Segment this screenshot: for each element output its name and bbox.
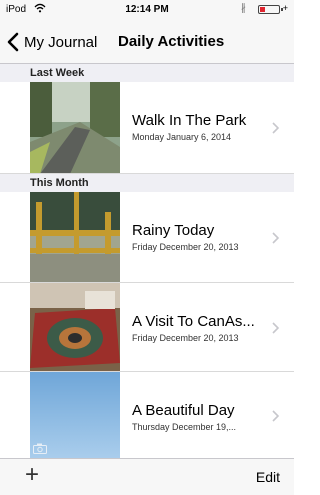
- charging-icon: +: [282, 3, 288, 13]
- chevron-right-icon: [272, 410, 280, 422]
- entry-title: A Beautiful Day: [132, 402, 235, 419]
- entry-date: Friday December 20, 2013: [132, 333, 239, 343]
- entry-thumbnail: [30, 192, 120, 282]
- entry-thumbnail: [30, 82, 120, 173]
- entry-title: Rainy Today: [132, 222, 215, 239]
- entry-title: Walk In The Park: [132, 112, 247, 129]
- entry-thumbnail: [30, 283, 120, 371]
- entry-thumbnail: [30, 372, 120, 458]
- status-time: 12:14 PM: [125, 4, 169, 15]
- chevron-right-icon: [272, 322, 280, 334]
- add-entry-button[interactable]: +: [25, 463, 39, 487]
- camera-icon: [33, 443, 47, 454]
- section-header-last-week: Last Week: [0, 64, 294, 82]
- entry-date: Thursday December 19,...: [132, 422, 237, 432]
- back-chevron-icon: [7, 32, 19, 52]
- entry-row-rainy-today[interactable]: Rainy Today Friday December 20, 2013: [0, 192, 294, 283]
- status-bar: iPod 12:14 PM ∦ +: [0, 0, 294, 20]
- navigation-bar: My Journal Daily Activities: [0, 20, 294, 64]
- entry-title: A Visit To CanAs...: [132, 313, 255, 330]
- edit-button[interactable]: Edit: [256, 469, 280, 485]
- bottom-toolbar: + Edit: [0, 458, 294, 495]
- entry-date: Monday January 6, 2014: [132, 132, 232, 142]
- entry-row-visit-to-canas[interactable]: A Visit To CanAs... Friday December 20, …: [0, 283, 294, 372]
- battery-icon: [258, 5, 283, 14]
- bluetooth-icon: ∦: [241, 3, 246, 14]
- chevron-right-icon: [272, 122, 280, 134]
- back-label: My Journal: [24, 33, 98, 51]
- section-header-this-month: This Month: [0, 174, 294, 192]
- entry-date: Friday December 20, 2013: [132, 242, 239, 252]
- entry-row-beautiful-day[interactable]: A Beautiful Day Thursday December 19,...: [0, 372, 294, 458]
- entry-row-walk-in-the-park[interactable]: Walk In The Park Monday January 6, 2014: [0, 82, 294, 174]
- chevron-right-icon: [272, 232, 280, 244]
- back-button[interactable]: My Journal: [6, 31, 97, 53]
- page-title: Daily Activities: [118, 33, 225, 50]
